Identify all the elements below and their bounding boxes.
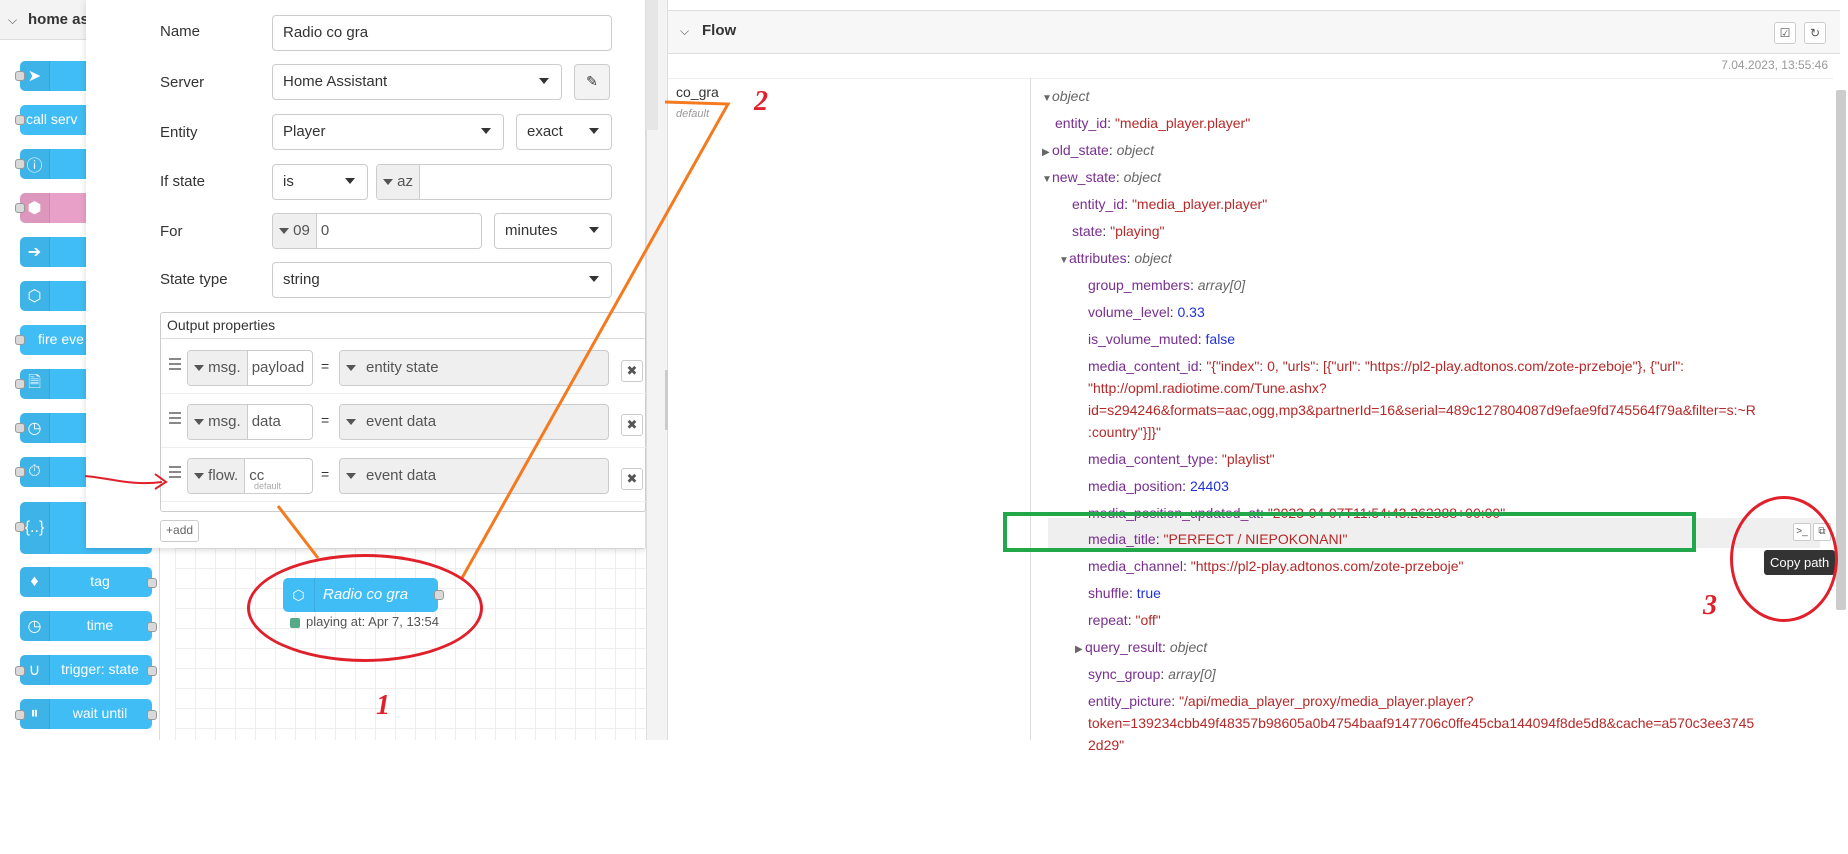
annotation-overlay [84,100,731,579]
annotation-circle [247,554,483,662]
annotation-number: 2 [754,86,768,117]
annotation-number: 1 [376,690,390,721]
annotation-number: 3 [1703,590,1717,621]
annotation-circle [1730,496,1838,622]
